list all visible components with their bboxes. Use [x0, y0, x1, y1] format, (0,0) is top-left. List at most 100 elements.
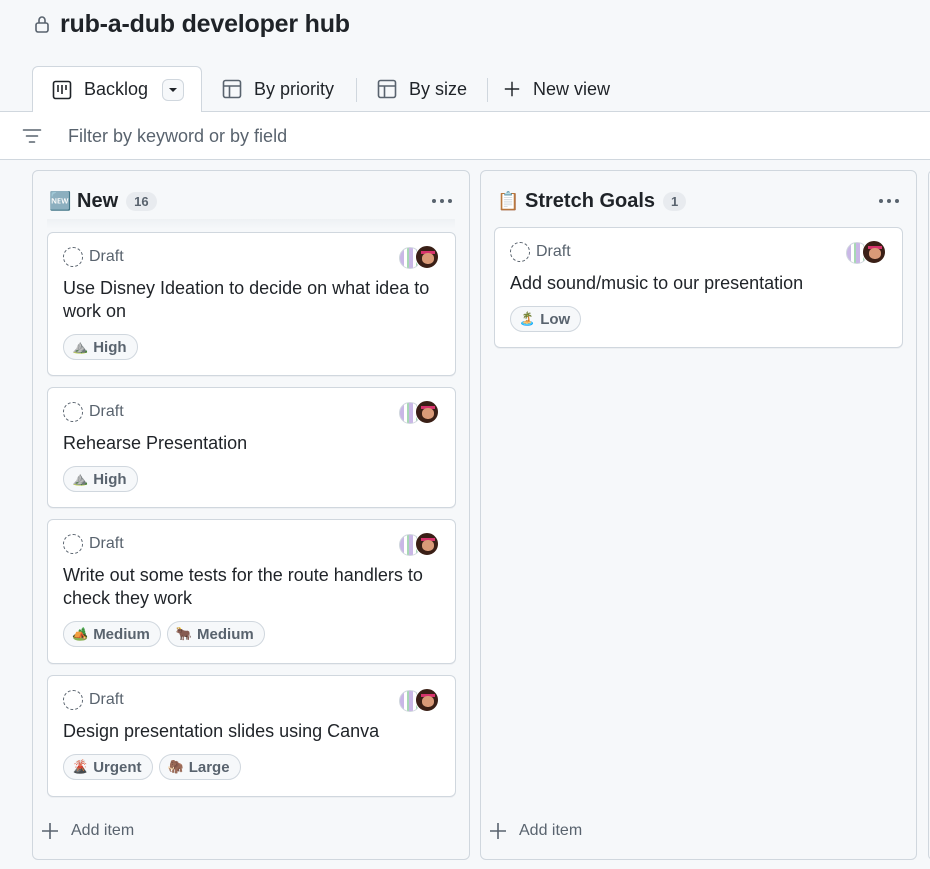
avatar	[415, 532, 439, 556]
card-status: Draft	[63, 247, 124, 267]
card-status: Draft	[510, 242, 571, 262]
draft-icon	[63, 402, 83, 422]
avatar	[415, 245, 439, 269]
card-status: Draft	[63, 402, 124, 422]
priority-tag[interactable]: 🌋 Urgent	[63, 754, 153, 780]
card-title[interactable]: Use Disney Ideation to decide on what id…	[63, 277, 443, 323]
tab-label: New view	[533, 78, 611, 99]
add-item-label: Add item	[71, 822, 135, 839]
priority-tag[interactable]: 🏕️ Medium	[63, 621, 161, 647]
tag-label: Low	[540, 310, 571, 328]
tab-label: By size	[409, 78, 468, 99]
tab-backlog[interactable]: Backlog	[32, 66, 202, 113]
column-stretch-goals: 📋 Stretch Goals 1 Draft Add sound/music …	[480, 170, 917, 860]
board-card[interactable]: Draft Design presentation slides using C…	[47, 675, 456, 797]
assignee-avatars[interactable]	[399, 532, 439, 558]
priority-tag[interactable]: ⛰️ High	[63, 466, 138, 492]
tag-label: Medium	[93, 625, 150, 643]
project-header: rub-a-dub developer hub	[34, 8, 350, 40]
caret-down-icon	[169, 87, 178, 92]
view-options-button[interactable]	[162, 78, 185, 101]
tag-label: Urgent	[93, 758, 142, 776]
tag-label: Medium	[197, 625, 254, 643]
tab-label: Backlog	[84, 79, 149, 99]
lock-icon	[35, 16, 49, 33]
card-tags: 🏕️ Medium 🐂 Medium	[63, 621, 265, 647]
board-icon	[52, 80, 72, 99]
avatar	[415, 688, 439, 712]
mammoth-icon: 🦣	[167, 759, 184, 774]
mountain-icon: ⛰️	[72, 339, 89, 354]
filter-input[interactable]	[68, 122, 668, 150]
column-title: Stretch Goals	[525, 189, 656, 212]
more-options-icon[interactable]	[431, 191, 453, 211]
plus-icon	[42, 823, 58, 839]
avatar	[415, 400, 439, 424]
tab-divider	[356, 78, 357, 102]
table-icon	[222, 79, 242, 99]
mountain-icon: ⛰️	[72, 471, 89, 486]
assignee-avatars[interactable]	[399, 245, 439, 271]
tag-label: Large	[188, 758, 230, 776]
filter-icon[interactable]	[22, 126, 42, 146]
project-title: rub-a-dub developer hub	[60, 9, 350, 38]
status-label: Draft	[89, 248, 124, 265]
ox-icon: 🐂	[175, 626, 193, 641]
board-card[interactable]: Draft Write out some tests for the route…	[47, 519, 456, 664]
new-view-button[interactable]: New view	[503, 66, 610, 112]
add-item-button[interactable]: Add item	[489, 819, 582, 843]
plus-icon	[504, 81, 520, 97]
card-title[interactable]: Write out some tests for the route handl…	[63, 564, 443, 610]
card-tags: ⛰️ High	[63, 334, 138, 360]
column-header: 🆕 New 16	[49, 187, 157, 215]
new-emoji-icon: 🆕	[49, 190, 72, 211]
card-status: Draft	[63, 534, 124, 554]
add-item-button[interactable]: Add item	[41, 819, 134, 843]
island-icon: 🏝️	[519, 311, 536, 326]
board-card[interactable]: Draft Rehearse Presentation ⛰️ High	[47, 387, 456, 508]
more-options-icon[interactable]	[878, 191, 900, 211]
filter-bar	[0, 112, 930, 160]
card-title[interactable]: Design presentation slides using Canva	[63, 720, 443, 743]
avatar	[862, 240, 886, 264]
board-card[interactable]: Draft Add sound/music to our presentatio…	[494, 227, 903, 348]
column-count-badge: 16	[126, 191, 157, 211]
card-tags: 🏝️ Low	[510, 306, 582, 332]
status-label: Draft	[89, 403, 124, 420]
add-item-label: Add item	[519, 822, 583, 839]
tab-divider	[487, 78, 488, 102]
column-title: New	[77, 189, 119, 212]
card-title[interactable]: Rehearse Presentation	[63, 432, 443, 455]
priority-tag[interactable]: ⛰️ High	[63, 334, 138, 360]
size-tag[interactable]: 🦣 Large	[158, 754, 241, 780]
tag-label: High	[93, 470, 127, 488]
camping-icon: 🏕️	[72, 626, 89, 641]
priority-tag[interactable]: 🏝️ Low	[510, 306, 582, 332]
size-tag[interactable]: 🐂 Medium	[166, 621, 265, 647]
column-header: 📋 Stretch Goals 1	[497, 187, 687, 215]
draft-icon	[63, 690, 83, 710]
volcano-icon: 🌋	[72, 759, 89, 774]
clipboard-icon: 📋	[497, 190, 520, 211]
card-title[interactable]: Add sound/music to our presentation	[510, 272, 890, 295]
status-label: Draft	[89, 691, 124, 708]
card-status: Draft	[63, 690, 124, 710]
status-label: Draft	[89, 535, 124, 552]
tab-by-priority[interactable]: By priority	[222, 66, 334, 112]
column-scroll-shadow	[47, 219, 455, 229]
assignee-avatars[interactable]	[399, 400, 439, 426]
card-tags: ⛰️ High	[63, 466, 138, 492]
assignee-avatars[interactable]	[846, 240, 886, 266]
tag-label: High	[93, 338, 127, 356]
draft-icon	[510, 242, 530, 262]
view-tabs: Backlog By priority By size New view	[0, 66, 930, 113]
draft-icon	[63, 247, 83, 267]
table-icon	[377, 79, 397, 99]
column-count-badge: 1	[663, 191, 687, 211]
board-card[interactable]: Draft Use Disney Ideation to decide on w…	[47, 232, 456, 376]
assignee-avatars[interactable]	[399, 688, 439, 714]
draft-icon	[63, 534, 83, 554]
plus-icon	[490, 823, 506, 839]
tab-label: By priority	[254, 78, 335, 99]
tab-by-size[interactable]: By size	[377, 66, 467, 112]
